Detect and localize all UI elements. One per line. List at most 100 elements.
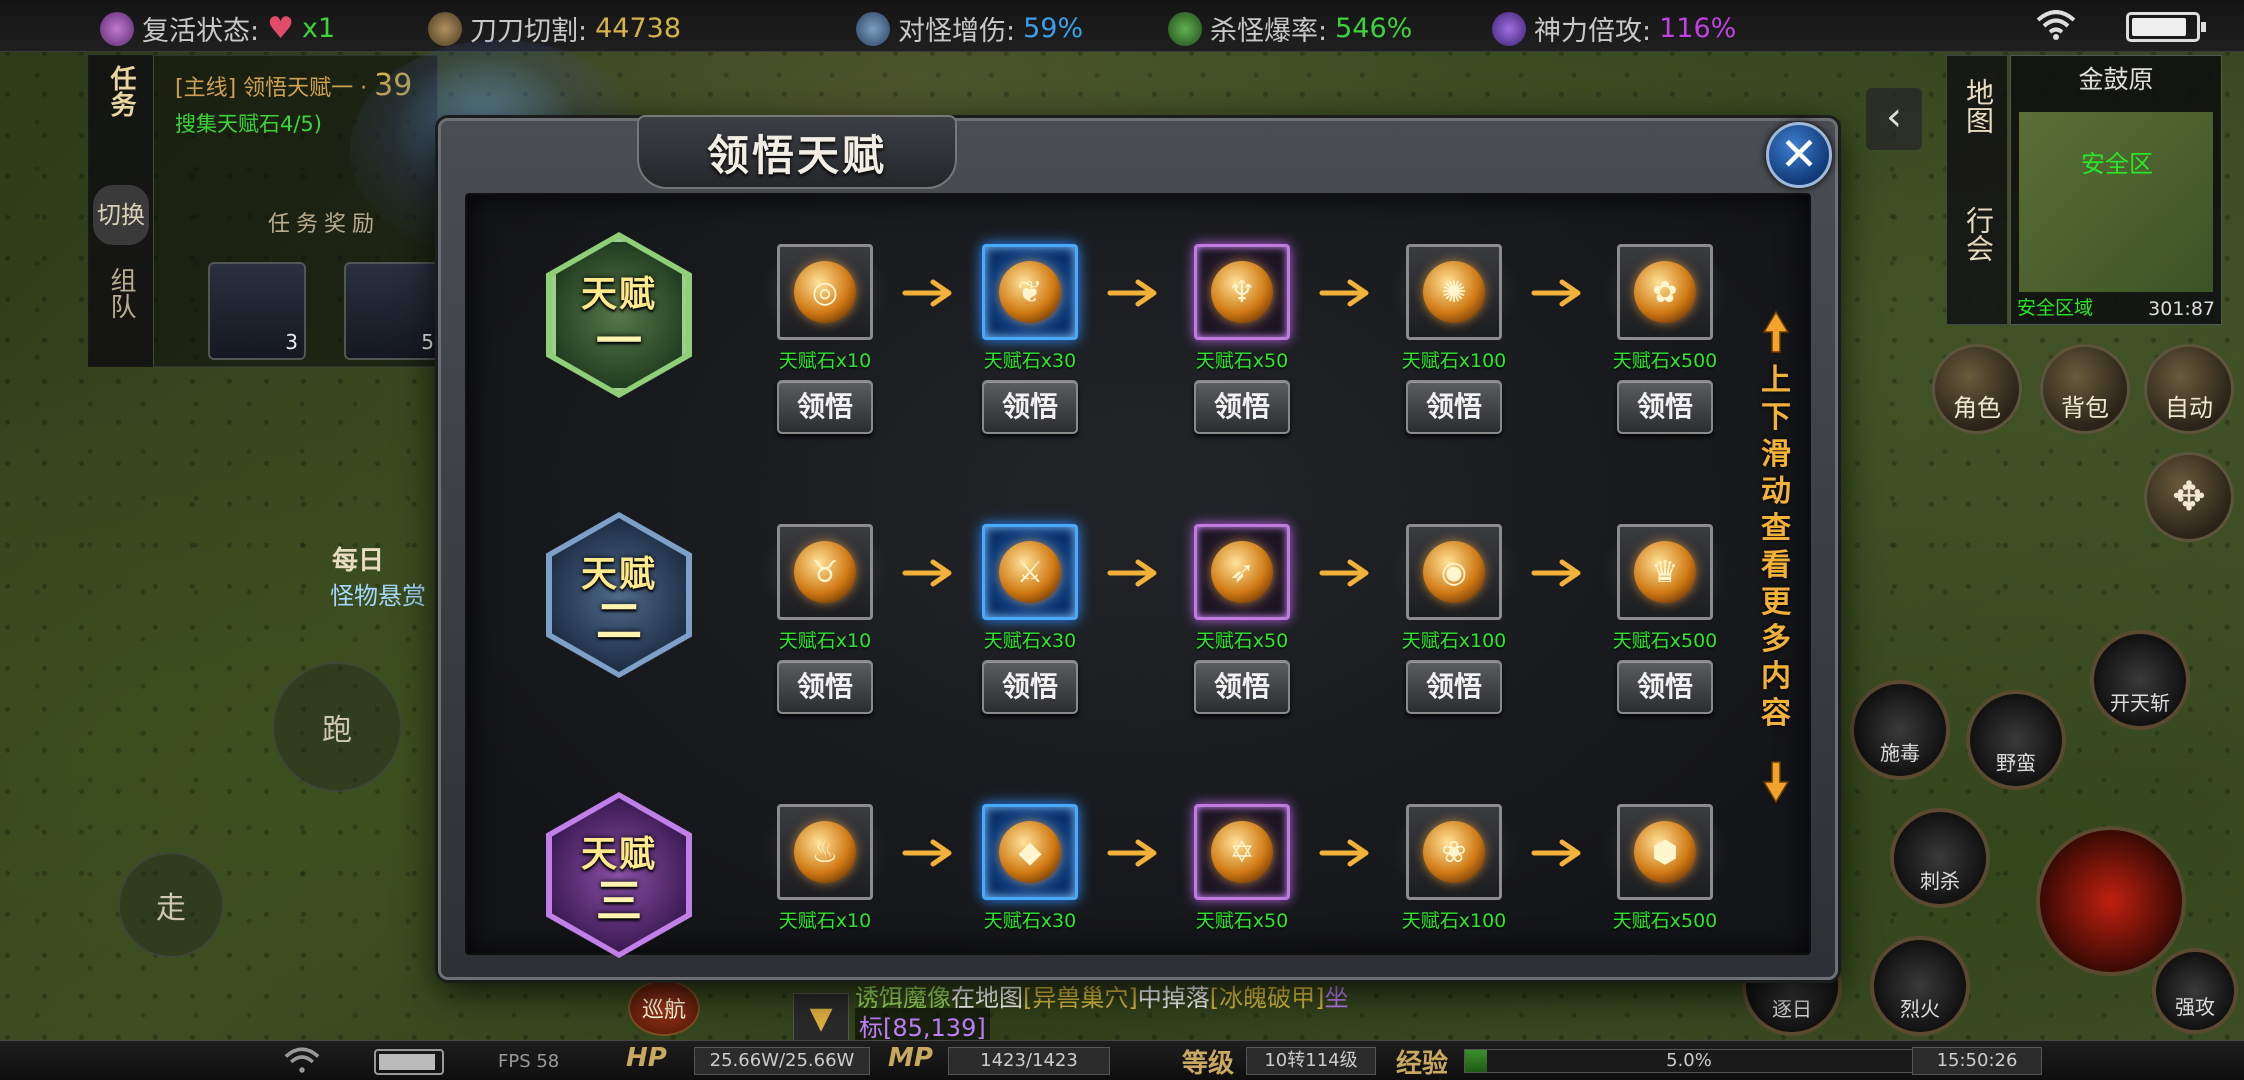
talent-slot[interactable]: ⚔ bbox=[982, 524, 1078, 620]
close-icon[interactable]: ✕ bbox=[1766, 122, 1832, 188]
learn-button[interactable]: 领悟 bbox=[1194, 660, 1290, 714]
skill-fire[interactable]: 烈火 bbox=[1870, 936, 1970, 1036]
dialog-content[interactable]: 天赋一 ◎ 天赋石x10 领悟 ❦ 天赋石x30 领悟 ♆ 天赋石x50 领悟 ✺ 天赋石x100 领悟… bbox=[465, 193, 1811, 958]
talent-cost: 天赋石x50 bbox=[1195, 630, 1289, 652]
talent-slot[interactable]: ➶ bbox=[1194, 524, 1290, 620]
learn-button[interactable]: 领悟 bbox=[1194, 380, 1290, 434]
walk-button[interactable]: 走 bbox=[118, 852, 224, 958]
tab-guild[interactable]: 行会 bbox=[1947, 206, 2009, 271]
talent-node: ♉ 天赋石x10 领悟 bbox=[755, 516, 895, 716]
learn-button[interactable]: 领悟 bbox=[1617, 380, 1713, 434]
crystal-icon: ◆ bbox=[999, 821, 1061, 883]
talent-slot[interactable]: ◆ bbox=[982, 804, 1078, 900]
character-button[interactable]: 角色 bbox=[1932, 344, 2022, 434]
tab-map[interactable]: 地图 bbox=[1947, 78, 2009, 143]
talent-node: ♆ 天赋石x50 领悟 bbox=[1172, 236, 1312, 436]
learn-button[interactable]: 领悟 bbox=[1617, 660, 1713, 714]
scroll-hint-char: 多 bbox=[1761, 622, 1791, 657]
exp-bar: 5.0% bbox=[1464, 1049, 1914, 1073]
patrol-button[interactable]: 巡航 bbox=[628, 980, 700, 1036]
tab-quest[interactable]: 任务 bbox=[88, 65, 154, 124]
talent-slot[interactable]: ❦ bbox=[982, 244, 1078, 340]
arrow-right-icon bbox=[1107, 559, 1157, 587]
talent-slot[interactable]: ❀ bbox=[1406, 804, 1502, 900]
map-location-name: 金鼓原 bbox=[2078, 65, 2154, 94]
talent-cost: 天赋石x10 bbox=[778, 910, 872, 932]
arrow-right-icon bbox=[902, 839, 952, 867]
learn-button[interactable]: 领悟 bbox=[1406, 380, 1502, 434]
minimap[interactable]: 金鼓原 安全区 安全区域 301:87 bbox=[2010, 55, 2222, 325]
talent-node: ◎ 天赋石x10 领悟 bbox=[755, 236, 895, 436]
bag-button[interactable]: 背包 bbox=[2040, 344, 2130, 434]
ring-icon: ◎ bbox=[794, 261, 856, 323]
chat-arrow-icon[interactable]: ▼ bbox=[793, 993, 849, 1045]
talent-node: ❦ 天赋石x30 领悟 bbox=[960, 236, 1100, 436]
chat-line-2[interactable]: 标[85,139] bbox=[855, 1008, 990, 1043]
reward-item-gem[interactable]: 5 bbox=[344, 262, 442, 360]
mp-value: 1423/1423 bbox=[948, 1047, 1110, 1075]
dialog-title: 领悟天赋 bbox=[637, 115, 957, 189]
daily-label[interactable]: 每日 bbox=[332, 540, 384, 577]
talent-slot[interactable]: ♨ bbox=[777, 804, 873, 900]
mp-label: MP bbox=[888, 1043, 933, 1073]
talent-slot[interactable]: ✡ bbox=[1194, 804, 1290, 900]
quest-reward-label: 任务奖励 bbox=[268, 212, 381, 237]
battery-icon bbox=[2126, 12, 2206, 42]
quest-objective[interactable]: 搜集天赋石4/5) bbox=[175, 108, 322, 138]
level-label: 等级 bbox=[1182, 1049, 1235, 1079]
talent-slot[interactable]: ⬢ bbox=[1617, 804, 1713, 900]
tab-team[interactable]: 组队 bbox=[88, 267, 154, 326]
talent-slot[interactable]: ♛ bbox=[1617, 524, 1713, 620]
learn-button[interactable]: 领悟 bbox=[982, 660, 1078, 714]
wing-icon: ➶ bbox=[1211, 541, 1273, 603]
move-cross-icon[interactable]: ✥ bbox=[2144, 452, 2234, 542]
vortex-icon: ✺ bbox=[1423, 261, 1485, 323]
minimap-area[interactable] bbox=[2019, 112, 2213, 292]
talent-badge-number: 二 bbox=[596, 594, 642, 648]
gear-icon bbox=[856, 11, 890, 46]
scroll-down-arrow-icon bbox=[1762, 761, 1790, 804]
fps-counter: FPS 58 bbox=[498, 1051, 560, 1072]
skill-kill[interactable]: 刺杀 bbox=[1890, 808, 1990, 908]
talent-badge-label: 天赋 bbox=[580, 833, 657, 875]
learn-button[interactable]: 领悟 bbox=[1406, 660, 1502, 714]
talent-slot[interactable]: ♆ bbox=[1194, 244, 1290, 340]
skill-wild[interactable]: 野蛮 bbox=[1966, 690, 2066, 790]
bounty-label[interactable]: 怪物悬赏 bbox=[330, 576, 426, 611]
hp-label: HP bbox=[626, 1043, 667, 1073]
skill-strong[interactable]: 强攻 bbox=[2152, 948, 2238, 1034]
lotus-icon bbox=[100, 11, 134, 46]
talent-slot[interactable]: ◎ bbox=[777, 244, 873, 340]
talent-slot[interactable]: ✺ bbox=[1406, 244, 1502, 340]
bottom-status-bar: FPS 58 HP 25.66W/25.66W MP 1423/1423 等级 … bbox=[0, 1040, 2244, 1080]
coordinates: 301:87 bbox=[2148, 298, 2215, 320]
divine-attack-status: 神力倍攻: 116% bbox=[1492, 9, 1736, 48]
run-button[interactable]: 跑 bbox=[272, 662, 402, 792]
tab-switch[interactable]: 切换 bbox=[93, 185, 149, 245]
skill-sky-slash[interactable]: 开天斩 bbox=[2090, 630, 2190, 730]
learn-button[interactable]: 领悟 bbox=[777, 660, 873, 714]
scroll-hint-char: 上 bbox=[1761, 363, 1791, 398]
arrow-right-icon bbox=[1531, 279, 1581, 307]
scroll-hint-char: 动 bbox=[1761, 474, 1791, 509]
map-tabs: 地图 行会 bbox=[1946, 55, 2008, 325]
learn-button[interactable]: 领悟 bbox=[777, 380, 873, 434]
arrow-right-icon bbox=[1107, 279, 1157, 307]
main-attack-button[interactable] bbox=[2036, 826, 2186, 976]
skill-poison[interactable]: 施毒 bbox=[1850, 680, 1950, 780]
talent-slot[interactable]: ✿ bbox=[1617, 244, 1713, 340]
talent-badge-number: 三 bbox=[596, 874, 642, 928]
talent-cost: 天赋石x500 bbox=[1612, 350, 1718, 372]
learn-button[interactable]: 领悟 bbox=[982, 380, 1078, 434]
talent-node: ⬢ 天赋石x500 bbox=[1595, 796, 1735, 996]
auto-button[interactable]: 自动 bbox=[2144, 344, 2234, 434]
swirl-icon bbox=[1492, 11, 1526, 46]
scroll-hint-char: 内 bbox=[1761, 659, 1791, 694]
talent-cost: 天赋石x500 bbox=[1612, 630, 1718, 652]
exp-label: 经验 bbox=[1396, 1049, 1449, 1079]
talent-slot[interactable]: ♉ bbox=[777, 524, 873, 620]
blade-icon bbox=[428, 11, 462, 46]
reward-item-scroll[interactable]: 3 bbox=[208, 262, 306, 360]
collapse-arrow-icon[interactable]: ‹ bbox=[1866, 88, 1922, 150]
talent-slot[interactable]: ◉ bbox=[1406, 524, 1502, 620]
